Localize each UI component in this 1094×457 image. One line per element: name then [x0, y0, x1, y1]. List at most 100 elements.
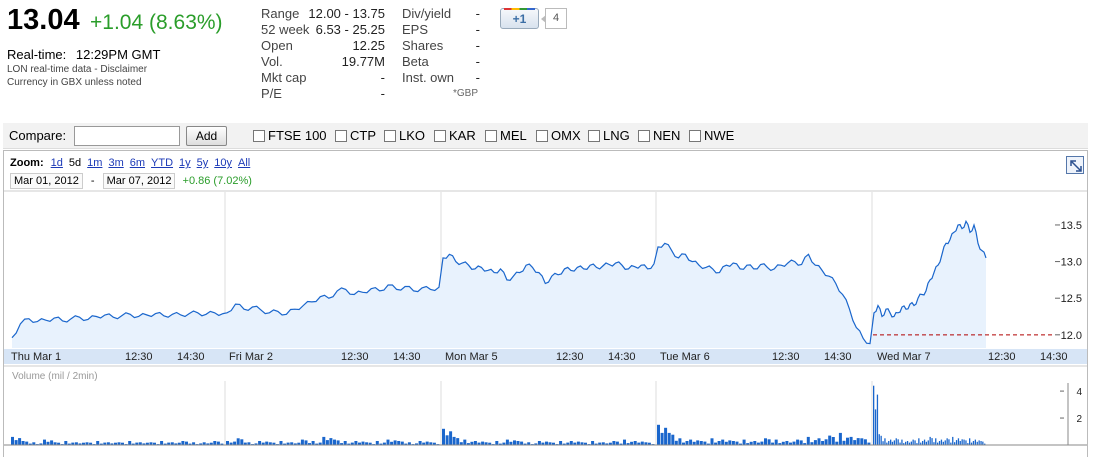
volume-bar [336, 440, 340, 445]
volume-bar [181, 441, 185, 445]
price-tick-label: 13.5 [1061, 220, 1082, 232]
volume-bar [897, 439, 899, 445]
volume-bar [545, 441, 548, 445]
volume-bar [846, 437, 849, 445]
volume-bar [767, 439, 771, 445]
volume-bar [559, 441, 563, 445]
volume-bar [965, 440, 967, 445]
volume-bar [792, 441, 796, 445]
volume-bar [236, 438, 240, 445]
volume-tick-label: 4 [1076, 387, 1082, 398]
volume-bar [265, 441, 269, 445]
volume-bar [473, 441, 477, 445]
volume-bar [343, 441, 347, 445]
volume-bar [890, 439, 892, 445]
time-axis-label: 12:30 [988, 351, 1016, 363]
volume-bar [43, 439, 46, 445]
volume-bar [796, 439, 800, 445]
volume-bar [354, 441, 358, 445]
volume-bar [963, 439, 965, 445]
volume-bar [742, 439, 746, 445]
volume-bar [946, 438, 948, 445]
volume-bar [799, 440, 803, 445]
volume-bar [226, 441, 229, 445]
volume-bar [856, 438, 860, 445]
volume-bar [961, 439, 963, 445]
time-axis-label: Thu Mar 1 [11, 351, 61, 363]
volume-bar [838, 432, 842, 445]
volume-bar [918, 438, 920, 445]
volume-bar [25, 441, 29, 445]
volume-bar [495, 441, 499, 445]
price-tick-label: 13.0 [1061, 257, 1082, 269]
volume-bar [393, 440, 397, 445]
volume-bar [978, 440, 980, 445]
volume-bar [969, 438, 971, 445]
volume-bar [615, 441, 619, 445]
volume-tick-label: 2 [1076, 414, 1082, 425]
time-axis-label: 12:30 [556, 351, 584, 363]
volume-bar [842, 440, 846, 445]
volume-bar [882, 441, 884, 445]
volume-bar [735, 441, 739, 445]
volume-bar [901, 439, 903, 445]
volume-bar [216, 441, 220, 445]
volume-bar [456, 438, 460, 445]
price-volume-chart[interactable]: 12.0 12.5 13.0 13.5 Thu Mar 1 12:30 14:30 Fri M… [0, 0, 1094, 457]
volume-bar [849, 436, 853, 445]
volume-bar [233, 441, 237, 445]
volume-bar [333, 439, 336, 445]
volume-bar [721, 439, 725, 445]
volume-bar [21, 441, 25, 445]
time-axis-label: 14:30 [177, 351, 205, 363]
volume-bar [696, 440, 700, 445]
volume-bar [955, 440, 958, 445]
volume-bar [935, 438, 937, 445]
price-tick-label: 12.0 [1061, 330, 1082, 342]
volume-bar [128, 441, 132, 445]
volume-bar [957, 438, 960, 445]
volume-bar [633, 441, 637, 445]
time-axis-label: 12:30 [772, 351, 800, 363]
volume-bar [753, 441, 757, 445]
volume-bar [445, 435, 449, 445]
volume-bar [678, 438, 682, 445]
volume-bar [821, 441, 825, 445]
volume-bar [972, 441, 975, 445]
volume-bar [884, 438, 886, 445]
time-axis-label: 14:30 [824, 351, 852, 363]
volume-bar [910, 441, 912, 445]
volume-bar [959, 441, 961, 445]
volume-bar [860, 438, 864, 445]
time-axis-label: 14:30 [393, 351, 421, 363]
volume-bar [640, 441, 644, 445]
volume-bar [304, 440, 308, 445]
volume-bar [940, 439, 943, 445]
volume-bar [667, 432, 671, 445]
volume-bar [64, 441, 68, 445]
time-axis-label: 12:30 [125, 351, 153, 363]
time-axis-label: 12:30 [341, 351, 369, 363]
volume-bar [322, 436, 326, 445]
volume-bar [824, 439, 828, 445]
volume-bar [813, 440, 817, 445]
volume-bar [591, 441, 595, 445]
volume-bar [481, 441, 485, 445]
volume-bar [764, 438, 767, 445]
volume-bar [96, 441, 100, 445]
volume-bar [664, 427, 668, 445]
volume-bar [878, 434, 880, 445]
volume-bar [853, 440, 857, 445]
volume-bar [774, 439, 778, 445]
volume-bar [160, 441, 164, 445]
volume-bar [279, 441, 283, 445]
volume-bar [785, 441, 789, 445]
volume-bar [671, 434, 675, 445]
volume-bar [699, 441, 703, 445]
volume-bar [931, 438, 933, 445]
volume-bar [329, 438, 333, 445]
volume-bar [923, 439, 926, 445]
volume-bar [505, 439, 509, 445]
price-area-fill [12, 221, 986, 348]
volume-bar [863, 439, 867, 445]
